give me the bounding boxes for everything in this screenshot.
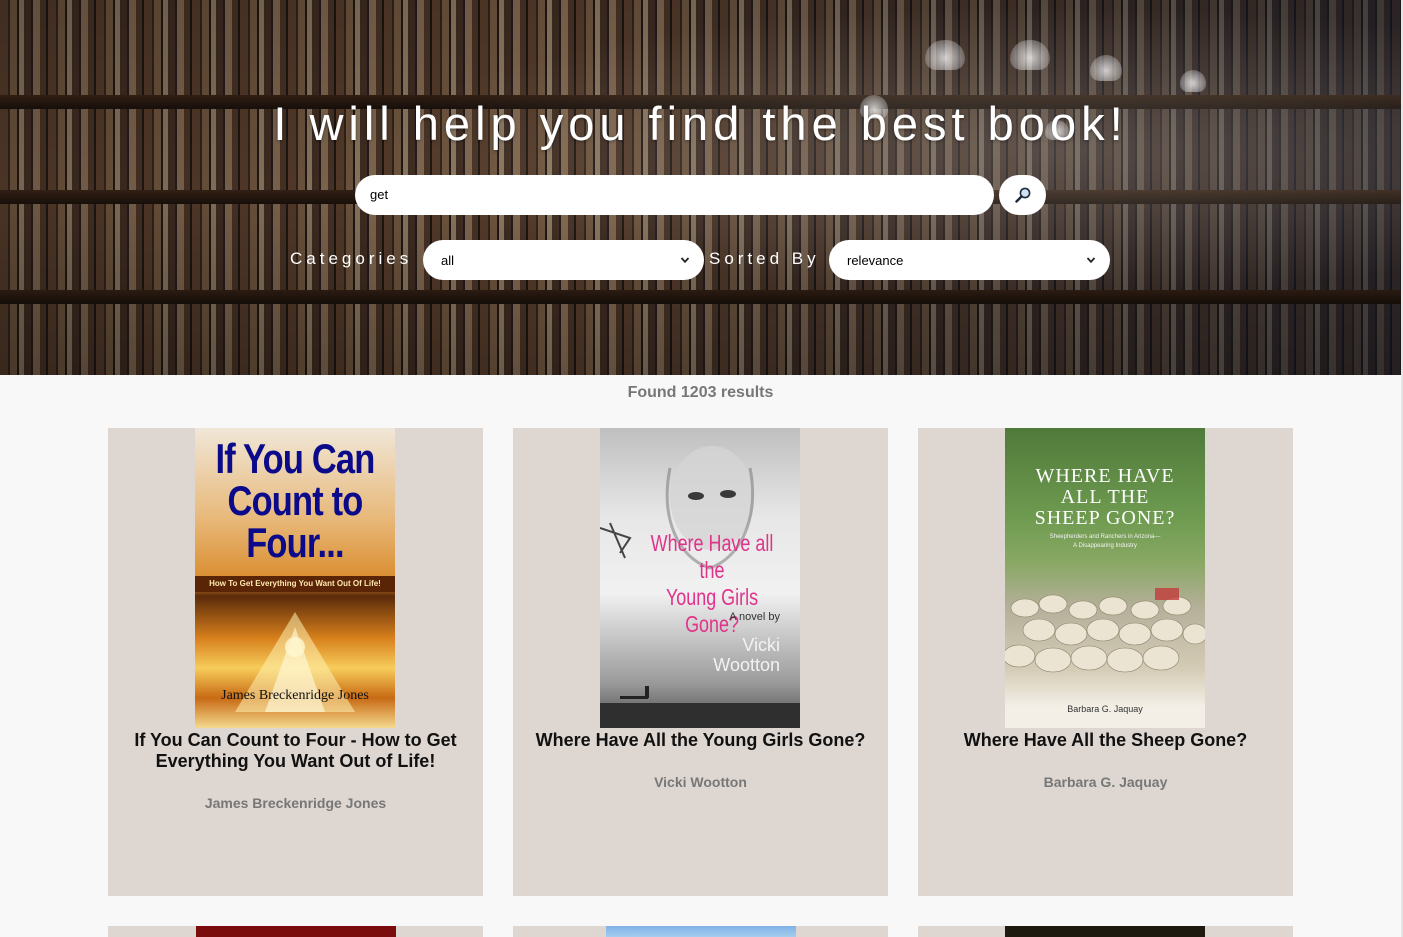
cover-subtitle: Sheepherders and Ranchers in Arizona— — [1049, 534, 1161, 540]
lamp-bulb — [925, 40, 965, 70]
categories-select[interactable]: all — [423, 240, 704, 280]
cover-title-line: Where Have — [1035, 465, 1175, 487]
book-cover[interactable] — [606, 926, 796, 937]
sorted-by-label: Sorted By — [709, 249, 820, 268]
categories-label: Categories — [290, 249, 413, 268]
book-title[interactable]: If You Can Count to Four - How to Get Ev… — [120, 730, 471, 772]
results-count: Found 1203 results — [627, 384, 774, 401]
cover-title-line: All the — [1060, 486, 1150, 508]
chevron-down-icon — [680, 257, 690, 264]
cover-title-line: Sheep Gone? — [1034, 507, 1176, 529]
cover-novel-by: A novel by — [729, 611, 780, 623]
hero-banner: I will help you find the best book! get … — [0, 0, 1401, 375]
page-title: I will help you find the best book! — [273, 97, 1128, 150]
cover-title-line: Count to — [227, 477, 364, 524]
cover-title-line: Four... — [246, 519, 344, 566]
book-card[interactable] — [108, 926, 483, 937]
sort-select[interactable]: relevance — [829, 240, 1110, 280]
cover-subtitle: A Disappearing Industry — [1073, 543, 1137, 549]
cover-subtitle: How To Get Everything You Want Out Of Li… — [195, 576, 395, 592]
magnifier-icon — [1014, 187, 1030, 203]
book-title[interactable]: Where Have All the Young Girls Gone? — [525, 730, 876, 751]
book-card[interactable] — [918, 926, 1293, 937]
book-card[interactable]: Where Have All the Sheep Gone? Sheepherd… — [918, 428, 1293, 896]
book-card[interactable] — [513, 926, 888, 937]
book-cover[interactable]: If You Can Count to Four... How To Get E… — [195, 428, 395, 728]
lamp-bulb — [1010, 40, 1050, 70]
book-author: James Breckenridge Jones — [204, 795, 387, 811]
book-author: Barbara G. Jaquay — [1043, 774, 1168, 790]
search-button[interactable] — [999, 175, 1046, 215]
cover-title-line: If You Can — [215, 435, 376, 482]
book-cover[interactable]: Where Have All the Sheep Gone? Sheepherd… — [1005, 428, 1205, 728]
cover-author: James Breckenridge Jones — [221, 688, 369, 703]
book-author: Vicki Wootton — [654, 774, 747, 790]
search-input[interactable]: get — [355, 175, 994, 215]
chevron-down-icon — [1086, 257, 1096, 264]
cover-author: Vicki — [742, 635, 780, 655]
cover-title-line: Where Have all the — [650, 530, 774, 583]
cover-author: Wootton — [713, 655, 780, 675]
cover-author: Barbara G. Jaquay — [1067, 704, 1143, 714]
book-card[interactable]: If You Can Count to Four... How To Get E… — [108, 428, 483, 896]
book-cover[interactable] — [196, 926, 396, 937]
sort-value: relevance — [847, 252, 904, 268]
book-cover[interactable]: Where Have all the Young Girls Gone? A n… — [600, 428, 800, 728]
lamp-bulb — [1180, 70, 1206, 92]
book-cover[interactable] — [1005, 926, 1205, 937]
lamp-bulb — [1090, 55, 1122, 81]
book-card[interactable]: Where Have all the Young Girls Gone? A n… — [513, 428, 888, 896]
categories-value: all — [441, 252, 455, 268]
book-title[interactable]: Where Have All the Sheep Gone? — [930, 730, 1281, 751]
